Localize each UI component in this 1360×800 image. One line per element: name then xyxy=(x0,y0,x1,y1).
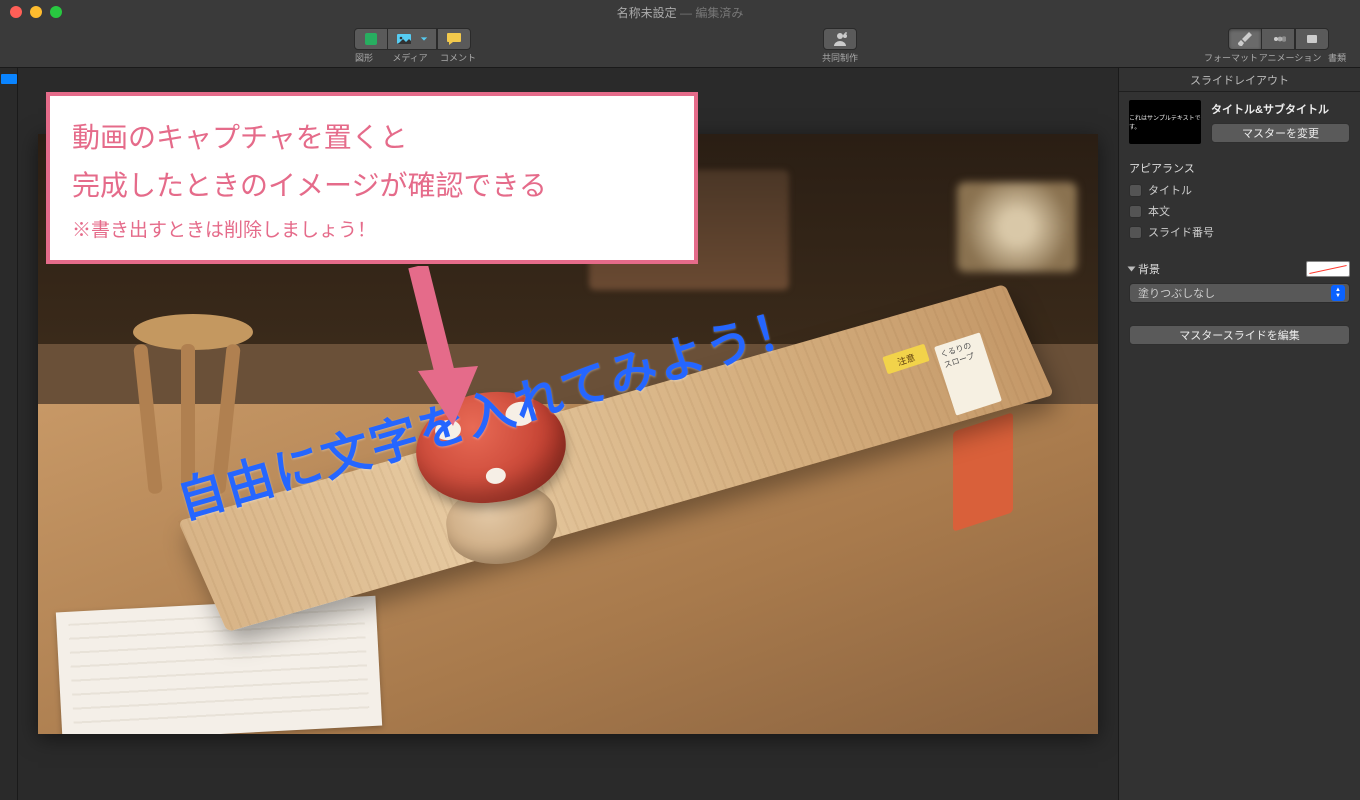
inspector-panel: スライドレイアウト これはサンプルテキストです。 タイトル&サブタイトル マスタ… xyxy=(1118,68,1360,800)
checkbox-icon xyxy=(1129,205,1142,218)
body-checkbox-label: 本文 xyxy=(1148,203,1170,219)
shape-label: 図形 xyxy=(348,51,380,64)
callout-note: ※書き出すときは削除しましょう！ xyxy=(72,215,672,242)
format-label: フォーマット xyxy=(1204,51,1258,64)
slide-number-checkbox-label: スライド番号 xyxy=(1148,224,1214,240)
main-area: くるりの スロープ 注意 自由に文字を入れてみよう！ 動画のキャプチャを置くと … xyxy=(0,68,1360,800)
shape-icon xyxy=(363,31,379,47)
inspector-subheader: スライドレイアウト xyxy=(1119,68,1360,92)
animation-tab[interactable] xyxy=(1262,28,1295,50)
master-name: タイトル&サブタイトル xyxy=(1211,101,1350,117)
close-window-icon[interactable] xyxy=(10,6,22,18)
shape-button[interactable] xyxy=(354,28,388,50)
annotation-callout: 動画のキャプチャを置くと 完成したときのイメージが確認できる ※書き出すときは削… xyxy=(46,92,698,264)
comment-button[interactable] xyxy=(437,28,471,50)
slide-number-checkbox[interactable]: スライド番号 xyxy=(1129,224,1350,240)
title-checkbox-label: タイトル xyxy=(1148,182,1192,198)
background-fill-value: 塗りつぶしなし xyxy=(1138,285,1215,301)
document-tab[interactable] xyxy=(1295,28,1329,50)
change-master-button[interactable]: マスターを変更 xyxy=(1211,123,1350,143)
document-title: 名称未設定 xyxy=(617,6,677,20)
master-thumb-text: これはサンプルテキストです。 xyxy=(1129,113,1201,131)
checkbox-icon xyxy=(1129,184,1142,197)
callout-line-1: 動画のキャプチャを置くと xyxy=(72,114,672,162)
zoom-window-icon[interactable] xyxy=(50,6,62,18)
stepper-icon: ▲▼ xyxy=(1331,285,1345,301)
callout-line-2: 完成したときのイメージが確認できる xyxy=(72,162,672,210)
title-checkbox[interactable]: タイトル xyxy=(1129,182,1350,198)
window-title: 名称未設定 — 編集済み xyxy=(617,4,744,21)
animation-icon xyxy=(1270,31,1286,47)
document-label: 書類 xyxy=(1322,51,1352,64)
brush-icon xyxy=(1237,31,1253,47)
comment-label: コメント xyxy=(440,51,476,64)
comment-icon xyxy=(446,31,462,47)
collaborate-button[interactable] xyxy=(823,28,857,50)
background-color-swatch[interactable] xyxy=(1306,261,1350,277)
format-tab[interactable] xyxy=(1228,28,1262,50)
annotation-arrow-icon xyxy=(358,266,498,426)
background-fill-select[interactable]: 塗りつぶしなし ▲▼ xyxy=(1129,283,1350,303)
canvas[interactable]: くるりの スロープ 注意 自由に文字を入れてみよう！ 動画のキャプチャを置くと … xyxy=(18,68,1118,800)
media-icon xyxy=(396,31,412,47)
slide-navigator[interactable] xyxy=(0,68,18,800)
slide-thumbnail-1[interactable] xyxy=(1,74,17,84)
background-section-title[interactable]: 背景 xyxy=(1129,261,1160,277)
toolbar: 図形 メディア コメント 共同制作 フォーマット アニメーション 書類 xyxy=(0,24,1360,68)
document-status: 編集済み xyxy=(695,6,743,20)
collaborate-label: 共同制作 xyxy=(822,51,858,64)
master-thumbnail[interactable]: これはサンプルテキストです。 xyxy=(1129,100,1201,144)
collaborate-icon xyxy=(832,31,848,47)
media-label: メディア xyxy=(388,51,432,64)
animation-label: アニメーション xyxy=(1258,51,1322,64)
edit-master-slide-button[interactable]: マスタースライドを編集 xyxy=(1129,325,1350,345)
body-checkbox[interactable]: 本文 xyxy=(1129,203,1350,219)
document-icon xyxy=(1304,31,1320,47)
media-button[interactable] xyxy=(388,28,437,50)
window-controls xyxy=(0,6,62,18)
checkbox-icon xyxy=(1129,226,1142,239)
window-titlebar: 名称未設定 — 編集済み xyxy=(0,0,1360,24)
disclosure-triangle-icon xyxy=(1128,267,1136,272)
chevron-down-icon xyxy=(420,35,428,43)
appearance-section-title: アピアランス xyxy=(1129,160,1350,176)
minimize-window-icon[interactable] xyxy=(30,6,42,18)
